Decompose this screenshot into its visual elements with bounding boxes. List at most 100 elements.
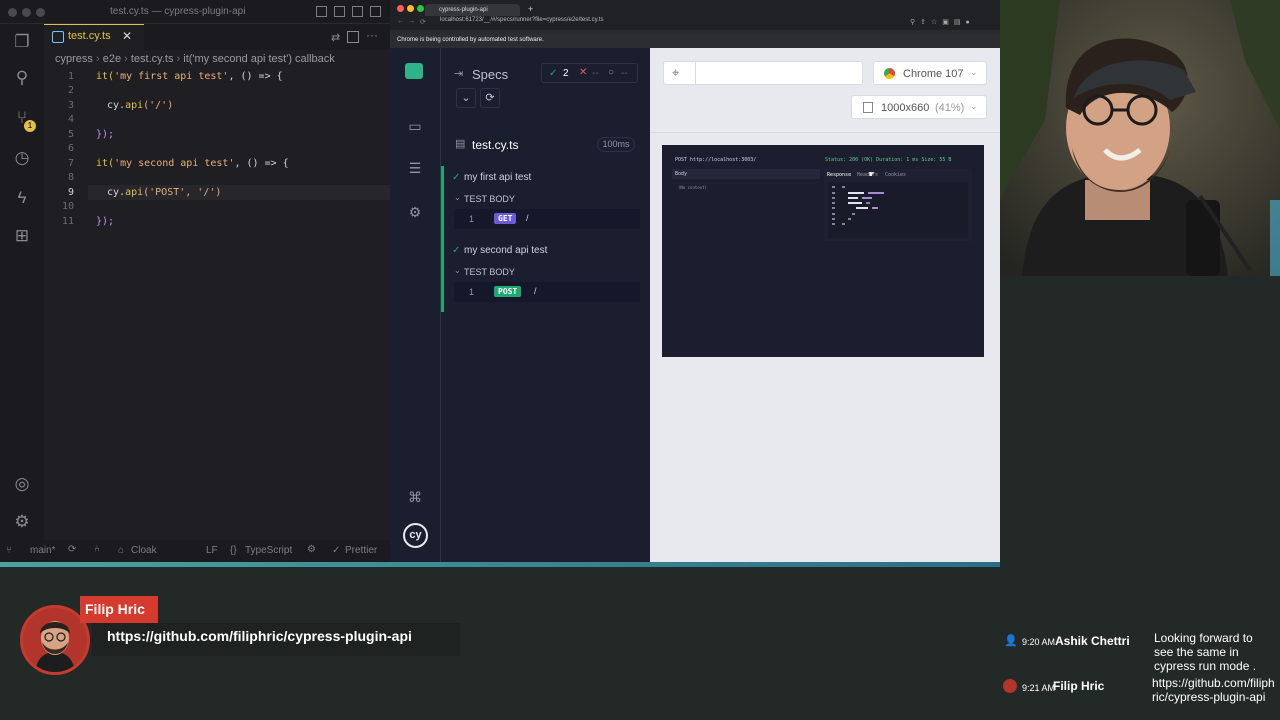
collapse-icon[interactable]: ⌄ bbox=[454, 266, 461, 275]
selector-playground[interactable]: ⌖ bbox=[663, 61, 863, 85]
presenter-video bbox=[1000, 0, 1280, 276]
code-line[interactable]: cy.api('/') bbox=[107, 100, 173, 111]
viewport-size: 1000x660 bbox=[881, 102, 930, 114]
language-mode[interactable]: TypeScript bbox=[245, 545, 292, 556]
breadcrumb-item[interactable]: test.cy.ts bbox=[131, 53, 174, 65]
chat-author: Ashik Chettri bbox=[1055, 634, 1130, 648]
test-body-label: TEST BODY bbox=[464, 267, 515, 277]
test-item[interactable]: ✓ my first api test ⌄ TEST BODY 1 GET / bbox=[441, 166, 649, 239]
sync-icon[interactable]: ⟳ bbox=[68, 544, 76, 555]
test-item[interactable]: ✓ my second api test ⌄ TEST BODY 1 POST … bbox=[441, 239, 649, 312]
customize-layout-icon[interactable] bbox=[370, 6, 381, 17]
line-ending[interactable]: LF bbox=[206, 545, 218, 556]
pull-request-icon[interactable]: ⑃ bbox=[94, 544, 100, 555]
test-stats: ✓ 2 ✕ -- ○ -- bbox=[541, 63, 638, 83]
git-branch[interactable]: main* bbox=[30, 545, 56, 556]
runs-icon[interactable]: ☰ bbox=[405, 160, 425, 180]
formatter[interactable]: Prettier bbox=[345, 545, 377, 556]
line-number: 10 bbox=[61, 201, 74, 212]
breadcrumb-item[interactable]: e2e bbox=[103, 53, 121, 65]
cloak-status[interactable]: Cloak bbox=[131, 545, 157, 556]
keyboard-shortcuts-icon[interactable]: ⌘ bbox=[405, 489, 425, 509]
line-number: 7 bbox=[67, 158, 74, 169]
request-path: / bbox=[526, 213, 529, 223]
pending-count: -- bbox=[621, 68, 628, 79]
spec-file-name[interactable]: test.cy.ts bbox=[472, 138, 518, 152]
collapse-icon[interactable]: ⌄ bbox=[454, 193, 461, 202]
code-line[interactable]: it('my first api test', () => { bbox=[96, 71, 283, 82]
cookies-tab[interactable]: Cookies bbox=[885, 172, 906, 178]
specs-list-icon[interactable]: ▭ bbox=[405, 118, 425, 138]
specs-toggle-icon[interactable]: ⇥ bbox=[454, 67, 463, 80]
chevron-down-icon[interactable]: ⌄ bbox=[456, 88, 476, 108]
test-title[interactable]: my second api test bbox=[464, 245, 547, 256]
more-actions-icon[interactable]: ··· bbox=[366, 28, 378, 42]
compare-changes-icon[interactable]: ⇄ bbox=[331, 31, 343, 44]
extensions-icon[interactable]: ⊞ bbox=[12, 226, 32, 246]
chat-message: Looking forward to see the same in cypre… bbox=[1154, 631, 1257, 673]
tab-label: test.cy.ts bbox=[68, 30, 111, 42]
code-line[interactable]: }); bbox=[96, 129, 114, 140]
toggle-panel-icon[interactable] bbox=[334, 6, 345, 17]
line-number: 11 bbox=[61, 216, 74, 227]
code-line[interactable]: it('my second api test', () => { bbox=[96, 158, 289, 169]
search-icon[interactable]: ⚲ bbox=[12, 68, 32, 88]
breadcrumb-item[interactable]: cypress bbox=[55, 53, 93, 65]
address-bar[interactable]: localhost:61723/__/#/specs/runner?file=c… bbox=[440, 17, 890, 28]
command-row[interactable]: 1 GET / bbox=[454, 209, 640, 229]
cypress-logo: cy bbox=[403, 523, 428, 548]
close-tab-icon[interactable]: ✕ bbox=[122, 29, 132, 43]
minimize-window-button[interactable] bbox=[407, 5, 414, 12]
headers-tab[interactable]: Headers bbox=[857, 172, 878, 178]
test-title[interactable]: my first api test bbox=[464, 172, 531, 183]
back-icon[interactable]: ← bbox=[397, 18, 404, 25]
project-icon[interactable] bbox=[405, 63, 423, 79]
typescript-file-icon bbox=[52, 31, 64, 43]
reload-icon[interactable]: ⟳ bbox=[420, 18, 426, 26]
run-debug-icon[interactable]: ◷ bbox=[12, 148, 32, 168]
explorer-icon[interactable]: ❐ bbox=[12, 32, 32, 52]
split-editor-icon[interactable] bbox=[347, 31, 359, 43]
command-line-number: 1 bbox=[469, 287, 475, 297]
close-window-button[interactable] bbox=[8, 8, 17, 17]
cloak-icon: ⌂ bbox=[118, 545, 125, 556]
minimize-window-button[interactable] bbox=[22, 8, 31, 17]
vscode-titlebar: test.cy.ts — cypress-plugin-api bbox=[0, 0, 390, 24]
passed-check-icon: ✓ bbox=[452, 172, 461, 183]
test-body-label: TEST BODY bbox=[464, 194, 515, 204]
forward-icon[interactable]: → bbox=[408, 18, 415, 25]
account-icon[interactable]: ◎ bbox=[12, 474, 32, 494]
settings-icon[interactable]: ⚙ bbox=[405, 204, 425, 224]
maximize-window-button[interactable] bbox=[36, 8, 45, 17]
new-tab-icon[interactable]: + bbox=[528, 4, 533, 14]
viewport-info[interactable]: 1000x660 (41%) ⌄ bbox=[851, 95, 987, 119]
code-line[interactable]: }); bbox=[96, 216, 114, 227]
spec-duration: 100ms bbox=[597, 137, 635, 152]
file-icon: ▤ bbox=[455, 138, 466, 150]
method-badge: POST bbox=[494, 286, 522, 297]
command-row[interactable]: 1 POST / bbox=[454, 282, 640, 302]
browser-selector[interactable]: Chrome 107 ⌄ bbox=[873, 61, 987, 85]
crosshair-icon[interactable]: ⌖ bbox=[672, 65, 679, 81]
browser-toolbar-icons[interactable]: ⚲⇪☆▣▤● bbox=[910, 18, 975, 26]
browser-tab[interactable]: cypress-plugin-api bbox=[425, 4, 520, 16]
lightning-icon[interactable]: ϟ bbox=[12, 188, 32, 208]
toggle-sidebar-icon[interactable] bbox=[316, 6, 327, 17]
viewport-scale: (41%) bbox=[935, 102, 965, 114]
presenter-link[interactable]: https://github.com/filiphric/cypress-plu… bbox=[92, 623, 460, 656]
breadcrumb-item[interactable]: it('my second api test') callback bbox=[183, 53, 335, 65]
rerun-tests-button[interactable]: ⟳ bbox=[480, 88, 500, 108]
response-tab[interactable]: Response bbox=[827, 172, 851, 178]
settings-sync-icon[interactable]: ⚙ bbox=[307, 544, 316, 555]
line-number: 6 bbox=[67, 143, 74, 154]
toggle-secondary-sidebar-icon[interactable] bbox=[352, 6, 363, 17]
code-line[interactable]: cy.api('POST', '/') bbox=[107, 187, 221, 198]
settings-gear-icon[interactable]: ⚙ bbox=[12, 512, 32, 532]
line-number: 2 bbox=[67, 85, 74, 96]
aut-frame[interactable]: POST http://localhost:3003/ Status: 200 … bbox=[662, 145, 984, 357]
response-status: Status: 200 (OK) Duration: 1 ms Size: 55… bbox=[825, 157, 952, 163]
specs-label: Specs bbox=[472, 67, 509, 82]
browser-label: Chrome 107 bbox=[903, 68, 964, 80]
maximize-window-button[interactable] bbox=[417, 5, 424, 12]
close-window-button[interactable] bbox=[397, 5, 404, 12]
